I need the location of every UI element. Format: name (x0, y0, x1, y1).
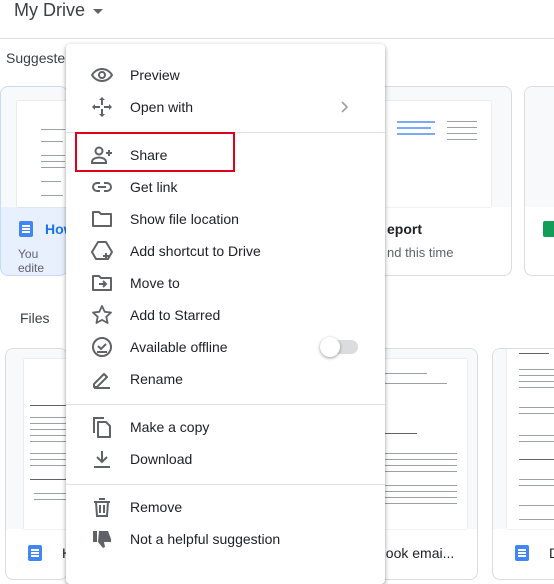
folder-move-icon (90, 271, 114, 295)
menu-item-remove[interactable]: Remove (66, 491, 385, 523)
files-label: Files (20, 310, 50, 326)
drive-shortcut-icon (90, 239, 114, 263)
link-icon (90, 175, 114, 199)
trash-icon (90, 495, 114, 519)
suggested-card-3[interactable] (524, 86, 554, 276)
offline-toggle[interactable] (320, 337, 358, 357)
card-subtitle: nd this time (387, 245, 454, 260)
menu-item-download[interactable]: Download (66, 443, 385, 475)
file-name: D (549, 545, 554, 561)
download-icon (90, 447, 114, 471)
drive-title[interactable]: My Drive (14, 0, 103, 20)
menu-item-label: Not a helpful suggestion (130, 531, 281, 547)
docs-icon (19, 221, 33, 237)
menu-item-label: Remove (130, 499, 183, 515)
eye-icon (90, 63, 114, 87)
menu-item-label: Download (130, 451, 193, 467)
sheets-icon (543, 221, 554, 237)
star-icon (90, 303, 114, 327)
card-subtitle: You edite (18, 247, 45, 275)
card-thumbnail (525, 87, 554, 207)
menu-item-show-location[interactable]: Show file location (66, 203, 385, 235)
menu-item-label: Open with (130, 99, 194, 115)
menu-item-label: Show file location (130, 211, 239, 227)
file-card-1[interactable]: H (5, 348, 68, 580)
menu-item-label: Preview (130, 67, 180, 83)
thumbs-down-icon (90, 527, 114, 551)
menu-item-add-shortcut[interactable]: Add shortcut to Drive (66, 235, 385, 267)
menu-item-preview[interactable]: Preview (66, 59, 385, 91)
menu-divider (66, 484, 385, 485)
menu-item-label: Get link (130, 179, 178, 195)
caret-down-icon (93, 8, 103, 14)
menu-item-get-link[interactable]: Get link (66, 171, 385, 203)
share-highlight-box (75, 132, 235, 172)
copy-icon (90, 415, 114, 439)
docs-icon (28, 545, 42, 561)
card-thumbnail (1, 87, 67, 207)
folder-icon (90, 207, 114, 231)
menu-item-not-helpful[interactable]: Not a helpful suggestion (66, 523, 385, 555)
menu-item-label: Add to Starred (130, 307, 221, 323)
docs-icon (515, 545, 529, 561)
card-name: How (45, 221, 67, 237)
card-name: eport (387, 221, 422, 237)
chevron-right-icon (339, 101, 349, 113)
menu-item-add-starred[interactable]: Add to Starred (66, 299, 385, 331)
menu-item-copy[interactable]: Make a copy (66, 411, 385, 443)
menu-divider (66, 404, 385, 405)
menu-item-open-with[interactable]: Open with (66, 91, 385, 123)
menu-item-label: Make a copy (130, 419, 210, 435)
card-thumbnail (493, 349, 554, 529)
header-divider (0, 38, 554, 39)
menu-item-rename[interactable]: Rename (66, 363, 385, 395)
suggested-card-1[interactable]: How You edite (0, 86, 68, 276)
menu-item-move-to[interactable]: Move to (66, 267, 385, 299)
suggested-label: Suggeste (6, 50, 66, 66)
offline-check-icon (90, 335, 114, 359)
menu-item-offline[interactable]: Available offline (66, 331, 385, 363)
move-arrows-icon (90, 95, 114, 119)
menu-item-label: Add shortcut to Drive (130, 243, 261, 259)
page-title: My Drive (14, 0, 85, 20)
file-card-3[interactable]: D (492, 348, 554, 580)
menu-item-label: Rename (130, 371, 183, 387)
card-thumbnail (6, 349, 67, 529)
menu-item-label: Available offline (130, 339, 228, 355)
pencil-icon (90, 367, 114, 391)
menu-item-label: Move to (130, 275, 180, 291)
context-menu: Preview Open with Share Get link Show fi… (66, 44, 385, 584)
